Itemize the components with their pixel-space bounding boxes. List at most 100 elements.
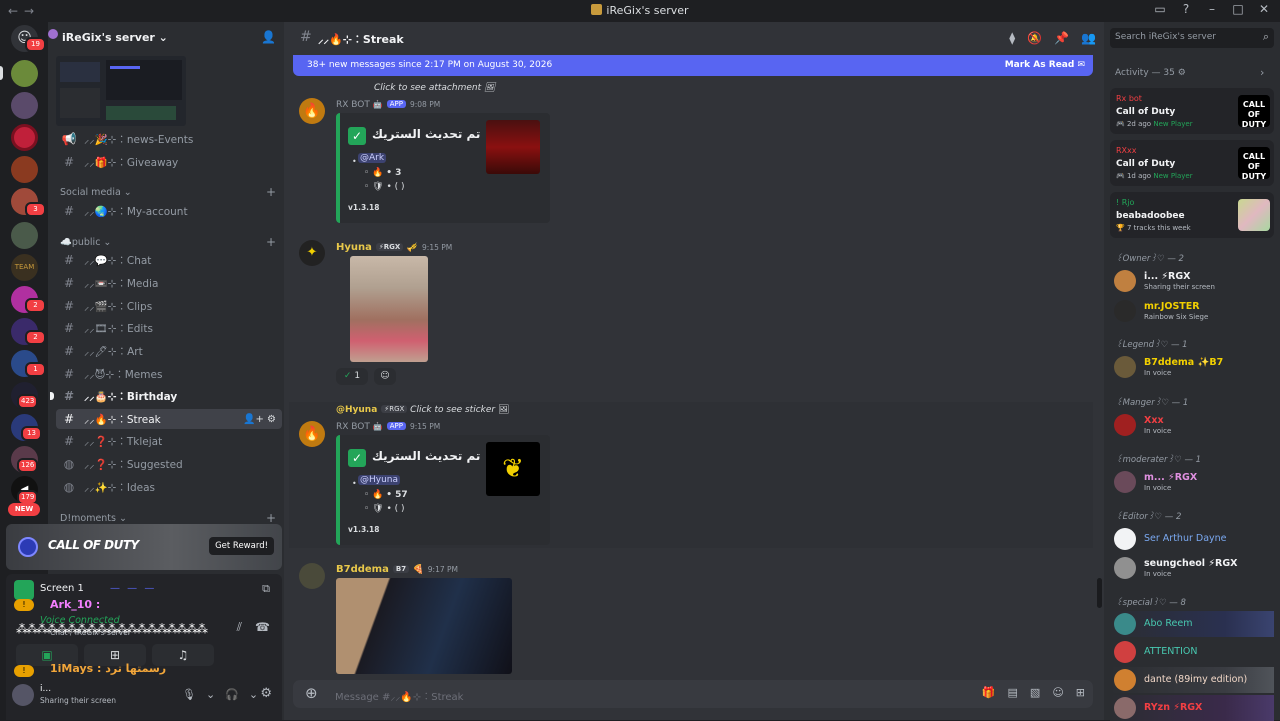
minimize-icon[interactable]: – [1204,2,1220,16]
add-reaction-button[interactable]: ☺ [374,368,396,385]
channel-clips[interactable]: # ⸝⸝🎬⊹︰Clips [56,296,282,316]
noise-suppression-icon[interactable]: ⫽ [237,620,242,635]
member-item[interactable]: RYzn ⚡RGX [1110,695,1274,721]
channel-ideas[interactable]: ◍ ⸝⸝✨⊹︰Ideas [56,477,282,497]
sticker-icon[interactable]: ▧ [1030,686,1040,699]
add-channel-icon[interactable]: + [266,235,276,249]
embed-footer: v1.3.18 [348,203,380,212]
member-item[interactable]: i... ⚡RGX Sharing their screen [1110,268,1274,294]
add-channel-icon[interactable]: + [266,185,276,199]
category-social-media[interactable]: Social media ⌄ + [60,185,276,199]
reaction-check[interactable]: ✓ 1 [336,368,368,385]
channel-suggested[interactable]: ◍ ⸝⸝❓⊹︰Suggested [56,454,282,474]
category-public[interactable]: ☁️public ⌄ + [60,235,276,249]
gif-icon[interactable]: ▤ [1008,686,1018,699]
message-author[interactable]: B7ddema B7 🍕 9:17 PM [336,564,458,575]
server-icon-2[interactable] [11,92,38,119]
stream-preview[interactable] [56,56,186,126]
member-item[interactable]: seungcheol ⚡RGX In voice [1110,555,1274,581]
avatar[interactable] [299,563,325,589]
category-moments[interactable]: D!moments ⌄ + [60,511,276,525]
mark-as-read-button[interactable]: Mark As Read ✉ [1005,60,1085,70]
user-controls[interactable]: 🎙⌄🎧⌄ [182,688,268,701]
channel-media[interactable]: # ⸝⸝📼⊹︰Media [56,273,282,293]
threads-icon[interactable]: ⧫ [1009,31,1015,45]
avatar[interactable]: 🔥 [299,98,325,124]
member-item[interactable]: B7ddema ✨B7 In voice [1110,354,1274,380]
upload-plus-icon[interactable]: ⊕ [305,684,318,702]
channel-birthday[interactable]: # ⸝⸝🎂⊹︰Birthday [56,386,282,406]
member-item[interactable]: Abo Reem [1110,611,1274,637]
server-icon-3[interactable] [11,124,38,151]
message-author[interactable]: Hyuna ⚡RGX 🎺 9:15 PM [336,242,452,253]
message-composer[interactable]: ⊕ Message #⸝⸝🔥⊹︰Streak 🎁 ▤ ▧ ☺ ⊞ [293,680,1093,708]
member-item[interactable]: Ser Arthur Dayne [1110,526,1274,552]
server-icon-1[interactable] [11,60,38,87]
avatar [1114,471,1136,493]
avatar[interactable]: 🔥 [299,421,325,447]
add-channel-icon[interactable]: + [266,511,276,525]
close-icon[interactable]: ✕ [1256,2,1272,16]
get-reward-button[interactable]: Get Reward! [209,537,274,555]
reply-preview[interactable]: Click to see attachment 🖼 [374,83,495,93]
pin-icon[interactable]: 📌 [1054,31,1069,45]
server-boost-icon [48,29,58,39]
channel-edits[interactable]: # ⸝⸝🎞⊹︰Edits [56,318,282,338]
channel-memes[interactable]: # ⸝⸝😈⊹︰Memes [56,364,282,384]
butterfly-thumbnail[interactable]: ❦ [486,442,540,496]
mute-bell-icon[interactable]: 🔕 [1027,31,1042,45]
activity-header[interactable]: Activity — 35 ⚙ [1115,68,1186,78]
server-icon-4[interactable] [11,156,38,183]
new-messages-bar[interactable]: 38+ new messages since 2:17 PM on August… [293,55,1093,76]
album-art [1238,199,1270,231]
image-attachment[interactable] [336,578,512,674]
self-avatar[interactable] [12,684,34,706]
member-item[interactable]: m... ⚡RGX In voice [1110,469,1274,495]
member-item[interactable]: Xxx In voice [1110,412,1274,438]
disconnect-icon[interactable]: ☎ [255,620,270,634]
apps-icon[interactable]: ⊞ [1076,686,1085,699]
server-icon-6[interactable] [11,222,38,249]
avatar[interactable]: ✦ [299,240,325,266]
invite-icon[interactable]: 👤 [261,30,276,44]
search-input[interactable]: Search iReGix's server ⌕ [1110,28,1274,48]
warning-icon: ! [14,599,34,611]
channel-tklejat[interactable]: # ⸝⸝❓⊹︰Tklejat [56,431,282,451]
channel-giveaway[interactable]: # ⸝⸝🎁⊹︰Giveaway [56,152,282,172]
message-author[interactable]: RX BOT 🤖 APP 9:15 PM [336,422,440,432]
reply-preview[interactable]: @Hyuna ⚡RGX Click to see sticker 🖼 [336,405,509,415]
message-author[interactable]: RX BOT 🤖 APP 9:08 PM [336,100,440,110]
popout-icon[interactable]: ⧉ [262,582,270,596]
chevron-right-icon[interactable]: › [1260,66,1264,79]
activity-card[interactable]: RXxx Call of Duty 🎮 1d ago New Player CA… [1110,140,1274,186]
image-attachment[interactable] [350,256,428,362]
server-header[interactable]: iReGix's server ⌄ 👤 [48,26,284,50]
user-mention[interactable]: @Ark [358,153,387,163]
user-mention[interactable]: @Hyuna [358,475,401,485]
settings-gear-icon[interactable]: ⚙ [260,686,272,701]
embed-thumbnail[interactable] [486,120,540,174]
scrollbar[interactable] [1097,578,1102,608]
member-list-icon[interactable]: 👥 [1081,31,1096,45]
maximize-icon[interactable]: □ [1230,2,1246,16]
channel-news-events[interactable]: 📢 ⸝⸝🎉⊹︰news-Events [56,129,282,149]
channel-streak[interactable]: # ⸝⸝🔥⊹︰Streak 👤+ ⚙ [56,409,282,429]
b7-tag: B7 [392,565,410,573]
promo-banner[interactable]: CALL OF DUTY Get Reward! [6,524,282,570]
channel-chat[interactable]: # ⸝⸝💬⊹︰Chat [56,250,282,270]
inbox-icon[interactable]: ▭ [1152,2,1168,16]
server-icon-7[interactable]: TEAM [11,254,38,281]
channel-settings-icon[interactable]: 👤+ ⚙ [243,414,276,425]
member-item[interactable]: mr.JOSTER Rainbow Six Siege [1110,298,1274,324]
emoji-icon[interactable]: ☺ [1052,686,1063,699]
gift-icon[interactable]: 🎁 [982,686,996,699]
forum-icon: ◍ [63,457,75,471]
hash-icon: # [63,412,75,426]
channel-art[interactable]: # ⸝⸝🖊⊹︰Art [56,341,282,361]
member-item[interactable]: dante (89imy edition) [1110,667,1274,693]
activity-card[interactable]: ! Rjo beabadoobee 🏆 7 tracks this week [1110,192,1274,238]
member-item[interactable]: ATTENTION [1110,639,1274,665]
activity-card[interactable]: Rx bot Call of Duty 🎮 2d ago New Player … [1110,88,1274,134]
channel-my-account[interactable]: # ⸝⸝🌏⊹︰My-account [56,201,282,221]
help-icon[interactable]: ? [1178,2,1194,16]
